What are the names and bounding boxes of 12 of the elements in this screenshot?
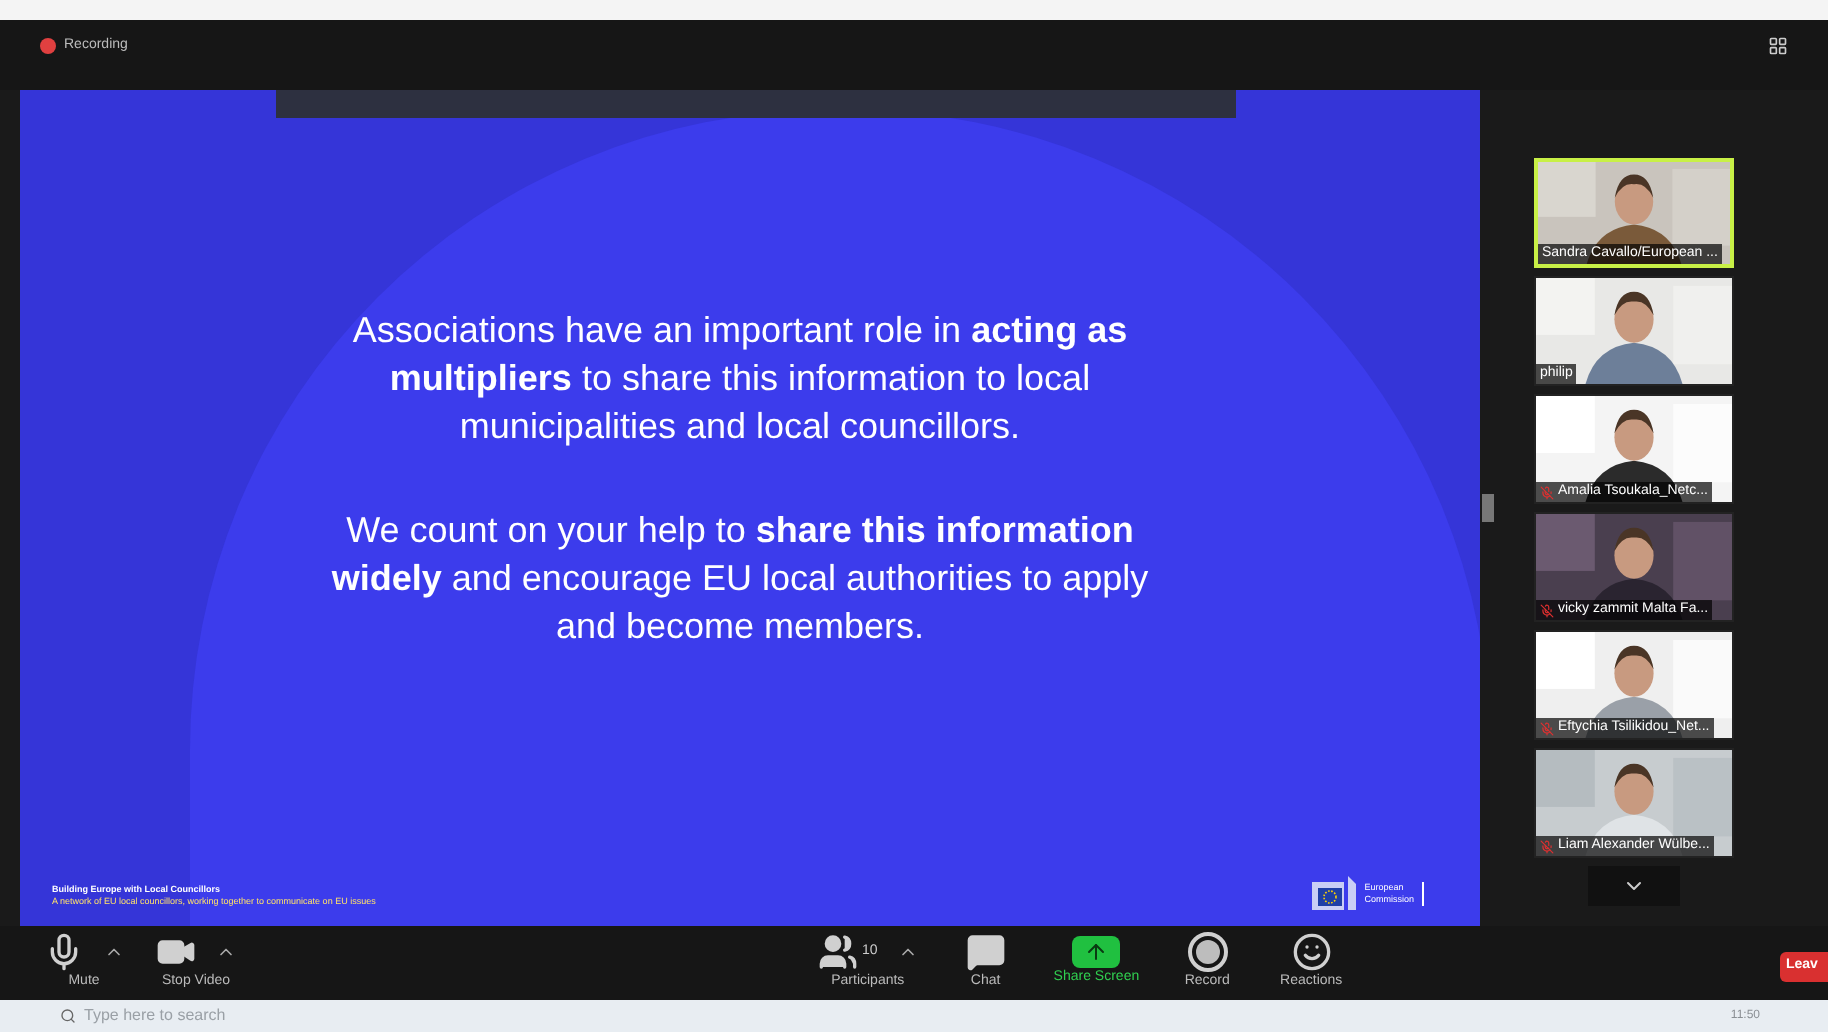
smiley-icon [1291,932,1332,973]
record-icon [1187,932,1228,973]
search-icon [60,1008,76,1024]
resize-handle[interactable] [1482,494,1494,522]
people-icon [818,932,858,973]
slide-paragraph: Associations have an important role in acting as multipliers to share this information to local municipalities and local councillors. [350,307,1130,449]
eu-flag-logo-icon [1312,876,1357,910]
taskbar-search-field[interactable]: Type here to search [84,1004,364,1028]
chat-bubble-icon [965,932,1006,973]
gallery-view-icon[interactable] [1768,36,1788,56]
slide-paragraph: We count on your help to share this information widely and encourage EU local authorities to apply and become members. [329,507,1151,649]
share-screen-icon [1072,936,1121,969]
